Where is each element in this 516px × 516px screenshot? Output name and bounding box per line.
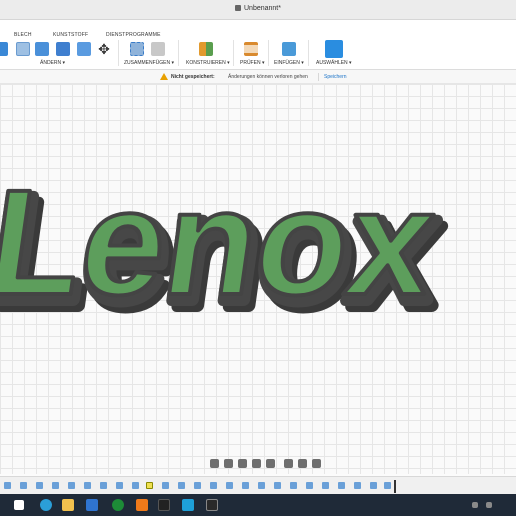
timeline-feature-icon[interactable] xyxy=(322,482,329,489)
divider xyxy=(118,40,119,66)
group-zusammenfuegen[interactable]: ZUSAMMENFÜGEN ▾ xyxy=(124,60,174,66)
notice-message: Änderungen können verloren gehen xyxy=(228,74,308,80)
shell-icon[interactable] xyxy=(35,42,49,56)
lock-icon xyxy=(235,5,241,11)
timeline-feature-icon[interactable] xyxy=(4,482,11,489)
app-icon[interactable] xyxy=(158,499,170,511)
joint-icon[interactable] xyxy=(151,42,165,56)
cura-icon[interactable] xyxy=(182,499,194,511)
tab-blech[interactable]: BLECH xyxy=(14,32,32,38)
notice-title: Nicht gespeichert: xyxy=(171,74,215,80)
title-bar: Unbenannt* xyxy=(0,0,516,20)
windows-start-icon[interactable] xyxy=(14,500,24,510)
history-timeline xyxy=(0,476,516,494)
window-title-wrap: Unbenannt* xyxy=(0,5,516,12)
divider xyxy=(178,40,179,66)
lenox-3d-model: Lenox Lenox Lenox xyxy=(0,157,459,344)
pan-icon[interactable] xyxy=(238,459,247,468)
select-icon[interactable] xyxy=(325,40,343,58)
timeline-feature-icon[interactable] xyxy=(162,482,169,489)
timeline-feature-icon[interactable] xyxy=(226,482,233,489)
app-icon[interactable] xyxy=(206,499,218,511)
offset-plane-icon[interactable] xyxy=(199,42,213,56)
viewports-icon[interactable] xyxy=(312,459,321,468)
windows-taskbar xyxy=(0,494,516,516)
timeline-feature-icon[interactable] xyxy=(20,482,27,489)
viewport-canvas[interactable]: Lenox Lenox Lenox xyxy=(0,84,516,474)
save-link[interactable]: Speichern xyxy=(318,73,352,81)
window-title: Unbenannt* xyxy=(244,5,281,12)
move-icon[interactable]: ✥ xyxy=(97,42,111,56)
new-component-icon[interactable] xyxy=(130,42,144,56)
timeline-feature-icon[interactable] xyxy=(36,482,43,489)
zoom-icon[interactable] xyxy=(252,459,261,468)
timeline-feature-icon[interactable] xyxy=(146,482,153,489)
tray-icon[interactable] xyxy=(472,502,478,508)
timeline-marker[interactable] xyxy=(394,480,396,493)
model-view: Lenox Lenox Lenox xyxy=(0,157,459,344)
press-pull-icon[interactable] xyxy=(0,42,8,56)
orbit-icon[interactable] xyxy=(210,459,219,468)
timeline-feature-icon[interactable] xyxy=(100,482,107,489)
timeline-feature-icon[interactable] xyxy=(178,482,185,489)
fit-icon[interactable] xyxy=(266,459,275,468)
divider xyxy=(233,40,234,66)
group-einfuegen[interactable]: EINFÜGEN ▾ xyxy=(274,60,304,66)
divider xyxy=(268,40,269,66)
unsaved-notice-bar: Nicht gespeichert: Änderungen können ver… xyxy=(0,70,516,84)
warning-icon xyxy=(160,73,168,80)
group-aendern[interactable]: ÄNDERN ▾ xyxy=(40,60,65,66)
timeline-feature-icon[interactable] xyxy=(132,482,139,489)
timeline-feature-icon[interactable] xyxy=(338,482,345,489)
timeline-feature-icon[interactable] xyxy=(52,482,59,489)
timeline-feature-icon[interactable] xyxy=(210,482,217,489)
model-face-text: Lenox xyxy=(0,159,444,326)
move-body-icon[interactable] xyxy=(56,42,70,56)
fillet-icon[interactable] xyxy=(16,42,30,56)
insert-image-icon[interactable] xyxy=(282,42,296,56)
edge-icon[interactable] xyxy=(40,499,52,511)
split-body-icon[interactable] xyxy=(77,42,91,56)
timeline-feature-icon[interactable] xyxy=(194,482,201,489)
timeline-feature-icon[interactable] xyxy=(116,482,123,489)
xbox-icon[interactable] xyxy=(112,499,124,511)
divider xyxy=(308,40,309,66)
timeline-feature-icon[interactable] xyxy=(84,482,91,489)
timeline-feature-icon[interactable] xyxy=(258,482,265,489)
fusion-window: Unbenannt* BLECH KUNSTSTOFF DIENSTPROGRA… xyxy=(0,0,516,516)
timeline-feature-icon[interactable] xyxy=(306,482,313,489)
grid-settings-icon[interactable] xyxy=(298,459,307,468)
mail-icon[interactable] xyxy=(86,499,98,511)
timeline-feature-icon[interactable] xyxy=(274,482,281,489)
fusion-360-icon[interactable] xyxy=(136,499,148,511)
ribbon-toolbar: BLECH KUNSTSTOFF DIENSTPROGRAMME ✥ ÄNDER… xyxy=(0,20,516,70)
group-konstruieren[interactable]: KONSTRUIEREN ▾ xyxy=(186,60,230,66)
group-pruefen[interactable]: PRÜFEN ▾ xyxy=(240,60,264,66)
timeline-feature-icon[interactable] xyxy=(370,482,377,489)
timeline-feature-icon[interactable] xyxy=(354,482,361,489)
look-at-icon[interactable] xyxy=(224,459,233,468)
group-auswaehlen[interactable]: AUSWÄHLEN ▾ xyxy=(316,60,352,66)
timeline-feature-icon[interactable] xyxy=(242,482,249,489)
navigation-bar xyxy=(208,458,326,470)
tab-dienstprogramme[interactable]: DIENSTPROGRAMME xyxy=(106,32,161,38)
file-explorer-icon[interactable] xyxy=(62,499,74,511)
measure-icon[interactable] xyxy=(244,42,258,56)
timeline-feature-icon[interactable] xyxy=(384,482,391,489)
tray-icon[interactable] xyxy=(486,502,492,508)
timeline-feature-icon[interactable] xyxy=(68,482,75,489)
timeline-feature-icon[interactable] xyxy=(290,482,297,489)
tab-kunststoff[interactable]: KUNSTSTOFF xyxy=(53,32,88,38)
display-settings-icon[interactable] xyxy=(284,459,293,468)
